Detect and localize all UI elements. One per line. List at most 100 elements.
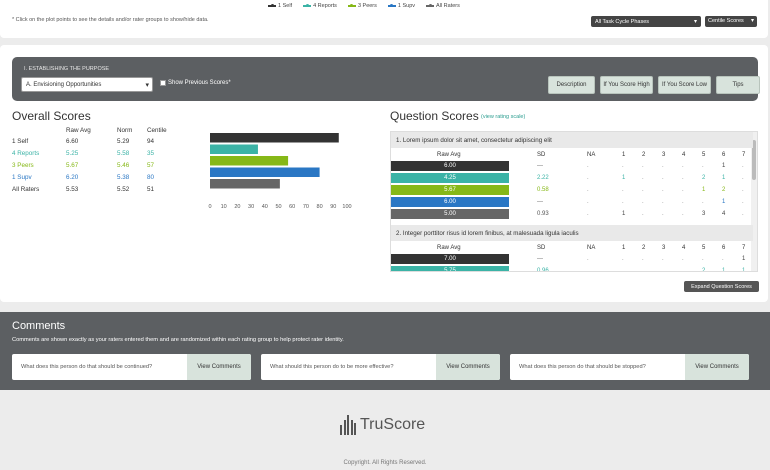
standard-deviation: 2.22 — [537, 175, 549, 181]
show-previous-toggle[interactable]: Show Previous Scores* — [160, 80, 231, 86]
checkbox[interactable] — [160, 80, 166, 86]
column-header: 7 — [742, 152, 746, 158]
rater-group-label: 1 Supv — [12, 174, 32, 181]
question-score-row[interactable]: 6.00 ---...... 1. — [391, 161, 753, 172]
legend-marker — [387, 4, 396, 7]
rating-count: 1 — [622, 175, 626, 181]
rating-count: . — [662, 187, 664, 193]
score-low-button[interactable]: If You Score Low — [658, 76, 711, 94]
norm-score: 5.58 — [117, 150, 130, 157]
x-tick-label: 10 — [221, 204, 227, 210]
question-scores-title: Question Scores — [390, 109, 479, 123]
x-tick-label: 30 — [248, 204, 254, 210]
question-score-row[interactable]: 7.00 ---....... 1 — [391, 254, 753, 265]
x-tick-label: 80 — [317, 204, 323, 210]
raw-avg: 6.20 — [66, 174, 79, 181]
section-label: I. ESTABLISHING THE PURPOSE — [24, 66, 110, 72]
question-scores-list[interactable]: 1. Lorem ipsum dolor sit amet, consectet… — [390, 131, 758, 272]
rating-count: . — [742, 199, 744, 205]
expand-question-scores-button[interactable]: Expand Question Scores — [684, 281, 759, 292]
competency-select[interactable]: A. Envisioning Opportunities — [21, 77, 153, 92]
question-text: 2. Integer porttitor risus id lorem fini… — [391, 225, 753, 241]
overall-row[interactable]: 1 Self 6.60 5.29 94 — [12, 138, 182, 149]
legend-item-self[interactable]: 1 Self — [268, 3, 292, 9]
view-comments-button[interactable]: View Comments — [436, 354, 500, 380]
rating-count: . — [682, 163, 684, 169]
rating-count: . — [662, 163, 664, 169]
na-count: . — [587, 187, 589, 193]
column-header: 2 — [642, 152, 646, 158]
legend-marker — [268, 4, 276, 7]
rating-count: . — [662, 199, 664, 205]
overall-row[interactable]: All Raters 5.53 5.52 51 — [12, 186, 182, 197]
table-header: Raw Avg Norm Centile — [12, 127, 182, 138]
rating-count: . — [642, 187, 644, 193]
phase-select[interactable]: All Task Cycle Phases — [591, 16, 701, 27]
rater-group-label: 3 Peers — [12, 162, 34, 169]
column-header: Centile — [147, 127, 167, 134]
comment-question: What does this person do that should be … — [21, 364, 153, 370]
norm-score: 5.46 — [117, 162, 130, 169]
rating-count: . — [662, 268, 664, 272]
x-tick-label: 70 — [303, 204, 309, 210]
raw-avg: 5.67 — [66, 162, 79, 169]
column-header: 2 — [642, 245, 646, 251]
overall-row[interactable]: 4 Reports 5.25 5.58 35 — [12, 150, 182, 161]
question-score-row[interactable]: 4.25 2.22. 1... 2 1. — [391, 173, 753, 184]
column-header: 5 — [702, 152, 706, 158]
description-button[interactable]: Description — [548, 76, 595, 94]
legend-item-peers[interactable]: 3 Peers — [347, 3, 377, 9]
rating-count: . — [682, 199, 684, 205]
column-header: NA — [587, 245, 596, 251]
comments-title: Comments — [12, 320, 66, 332]
rating-count: . — [622, 163, 624, 169]
question-score-row[interactable]: 5.75 0.96..... 2 1 1 — [391, 266, 753, 272]
score-type-select[interactable]: Centile Scores — [705, 16, 757, 27]
rating-count: . — [642, 163, 644, 169]
norm-score: 5.52 — [117, 186, 130, 193]
question-score-row[interactable]: 6.00 ---...... 1. — [391, 197, 753, 208]
bar-all-raters[interactable] — [210, 179, 280, 189]
column-header: SD — [537, 152, 546, 158]
standard-deviation: --- — [537, 199, 543, 205]
rating-count: 1 — [722, 199, 726, 205]
legend-item-reports[interactable]: 4 Reports — [303, 3, 337, 9]
bar-4-reports[interactable] — [210, 144, 258, 155]
logo-icon — [340, 415, 356, 435]
rating-count: . — [622, 268, 624, 272]
question-score-row[interactable]: 5.00 0.93. 1... 3 4. — [391, 209, 753, 220]
view-comments-button[interactable]: View Comments — [187, 354, 251, 380]
raw-avg: 6.00 — [391, 161, 509, 171]
standard-deviation: 0.58 — [537, 187, 549, 193]
raw-avg: 6.60 — [66, 138, 79, 145]
x-tick-label: 100 — [342, 204, 351, 210]
question-score-row[interactable]: 5.67 0.58..... 1 2. — [391, 185, 753, 196]
legend-item-all-raters[interactable]: All Raters — [426, 3, 460, 9]
rating-count: . — [642, 211, 644, 217]
overall-row[interactable]: 3 Peers 5.67 5.46 57 — [12, 162, 182, 173]
rater-group-label: 1 Self — [12, 138, 29, 145]
legend-label: 4 Reports — [313, 3, 337, 9]
bar-1-self[interactable] — [210, 133, 339, 143]
na-count: . — [587, 175, 589, 181]
raw-avg: 5.75 — [391, 266, 509, 271]
question-text: 1. Lorem ipsum dolor sit amet, consectet… — [391, 132, 753, 148]
bar-1-supv[interactable] — [210, 167, 320, 178]
centile-score: 51 — [147, 186, 155, 193]
score-high-button[interactable]: If You Score High — [600, 76, 653, 94]
x-tick-label: 20 — [234, 204, 240, 210]
rating-count: 2 — [702, 268, 706, 272]
column-header: Norm — [117, 127, 133, 134]
x-tick-label: 90 — [330, 204, 336, 210]
tips-button[interactable]: Tips — [716, 76, 760, 94]
column-header: 1 — [622, 245, 626, 251]
checkbox-label: Show Previous Scores* — [168, 80, 231, 86]
column-header: Raw Avg — [437, 245, 461, 251]
rating-count: . — [642, 175, 644, 181]
bar-3-peers[interactable] — [210, 156, 289, 166]
view-comments-button[interactable]: View Comments — [685, 354, 749, 380]
view-rating-scale-link[interactable]: (view rating scale) — [481, 114, 525, 120]
norm-score: 5.38 — [117, 174, 130, 181]
overall-row[interactable]: 1 Supv 6.20 5.38 80 — [12, 174, 182, 185]
legend-item-supv[interactable]: 1 Supv — [387, 3, 415, 9]
